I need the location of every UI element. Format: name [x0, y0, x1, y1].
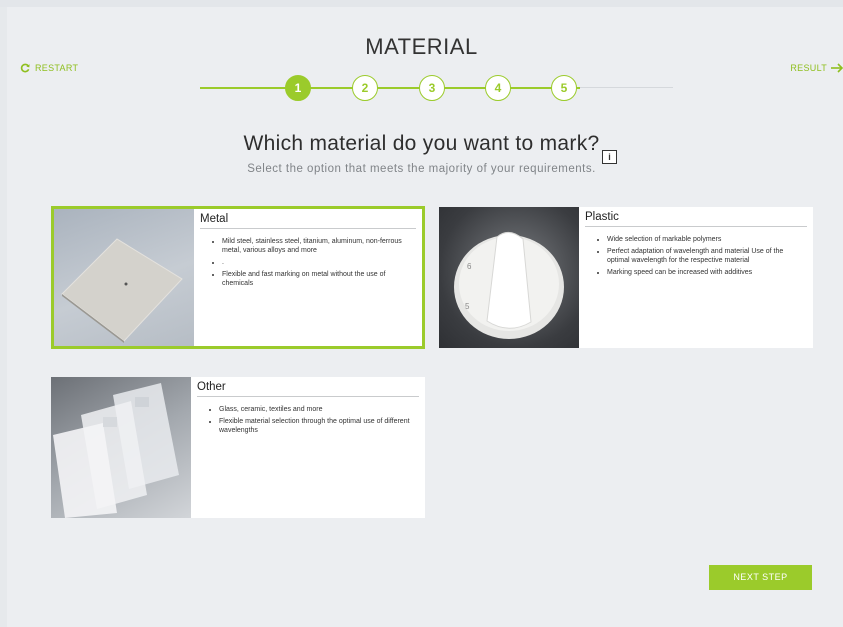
- next-step-button[interactable]: NEXT STEP: [709, 565, 812, 590]
- plastic-knob-illustration: 6 5: [454, 232, 564, 339]
- plastic-bullets: Wide selection of markable polymers Perf…: [585, 235, 807, 277]
- svg-text:5: 5: [465, 302, 470, 311]
- plastic-bullet: Wide selection of markable polymers: [607, 235, 807, 244]
- metal-bullet: Flexible and fast marking on metal witho…: [222, 270, 416, 288]
- step-4[interactable]: 4: [485, 75, 511, 101]
- metal-image: [54, 209, 194, 346]
- metal-bullet: .: [222, 258, 416, 267]
- stepper-progress: [200, 87, 580, 89]
- left-edge: [0, 7, 7, 627]
- step-1[interactable]: 1: [285, 75, 311, 101]
- other-bullet: Glass, ceramic, textiles and more: [219, 405, 419, 414]
- restart-button[interactable]: RESTART: [20, 63, 78, 73]
- step-5[interactable]: 5: [551, 75, 577, 101]
- plastic-bullet: Perfect adaptation of wavelength and mat…: [607, 247, 807, 265]
- page-title: MATERIAL: [365, 34, 478, 59]
- arrow-right-icon: [831, 63, 843, 73]
- metal-bullets: Mild steel, stainless steel, titanium, a…: [200, 237, 416, 288]
- metal-sheet-illustration: [61, 238, 183, 343]
- metal-card-body: Metal Mild steel, stainless steel, titan…: [194, 209, 422, 346]
- question-title: Which material do you want to mark?: [243, 132, 600, 155]
- glass-panels-illustration: [53, 383, 179, 518]
- plastic-card-body: Plastic Wide selection of markable polym…: [579, 207, 813, 348]
- metal-title: Metal: [200, 213, 416, 229]
- result-label: RESULT: [790, 63, 827, 73]
- progress-stepper: 1 2 3 4 5: [200, 75, 673, 101]
- plastic-image: 6 5: [439, 207, 579, 348]
- refresh-icon: [20, 63, 30, 73]
- option-card-plastic[interactable]: 6 5 Plastic Wide selection of markable p…: [439, 207, 813, 348]
- question-subtitle: Select the option that meets the majorit…: [247, 163, 596, 175]
- other-card-body: Other Glass, ceramic, textiles and more …: [191, 377, 425, 518]
- other-bullets: Glass, ceramic, textiles and more Flexib…: [197, 405, 419, 435]
- step-3[interactable]: 3: [419, 75, 445, 101]
- other-bullet: Flexible material selection through the …: [219, 417, 419, 435]
- top-strip: [0, 0, 843, 7]
- plastic-bullet: Marking speed can be increased with addi…: [607, 268, 807, 277]
- other-title: Other: [197, 381, 419, 397]
- other-image: [51, 377, 191, 518]
- restart-label: RESTART: [35, 63, 79, 73]
- plastic-title: Plastic: [585, 211, 807, 227]
- info-button[interactable]: i: [602, 150, 617, 164]
- step-2[interactable]: 2: [352, 75, 378, 101]
- metal-bullet: Mild steel, stainless steel, titanium, a…: [222, 237, 416, 255]
- result-button[interactable]: RESULT: [790, 63, 843, 73]
- option-card-metal[interactable]: Metal Mild steel, stainless steel, titan…: [51, 206, 425, 349]
- option-card-other[interactable]: Other Glass, ceramic, textiles and more …: [51, 377, 425, 518]
- svg-text:6: 6: [467, 262, 472, 271]
